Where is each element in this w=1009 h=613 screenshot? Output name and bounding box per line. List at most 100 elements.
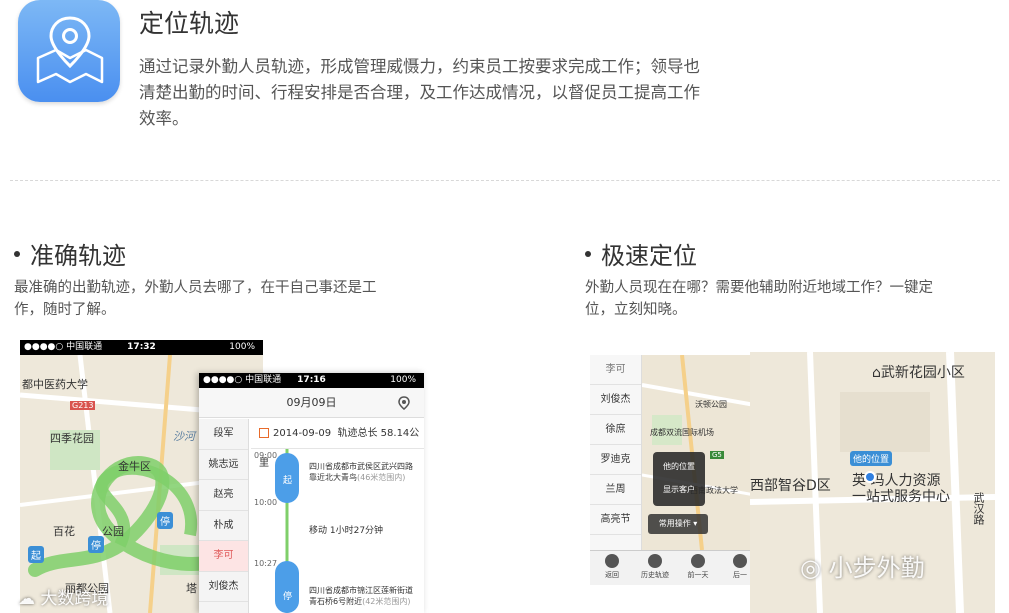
- road-label: 武汉路: [972, 492, 985, 525]
- chevron-right-icon: [733, 554, 747, 568]
- cloud-icon: ☁: [18, 589, 41, 609]
- poi-label: 西部智谷D区: [750, 478, 831, 494]
- hero-desc-line: 通过记录外勤人员轨迹，形成管理威慑力，约束员工按要求完成工作；领导也: [139, 57, 700, 76]
- map-pin-icon: [36, 16, 104, 84]
- person-item[interactable]: 刘俊杰: [199, 572, 248, 602]
- person-item[interactable]: 赵亮: [199, 480, 248, 511]
- feature-desc-line: 外勤人员现在在哪？需要他辅助附近地域工作？一键定: [585, 280, 933, 296]
- battery-label: 100%: [390, 375, 416, 385]
- history-track-button[interactable]: 历史轨迹: [635, 554, 675, 580]
- map-label: 沙河: [173, 430, 195, 443]
- feature-title-text: 极速定位: [601, 242, 697, 270]
- poi-name: 武新花园小区: [880, 365, 965, 381]
- feature-title-accurate-track: 准确轨迹: [14, 236, 126, 271]
- track-detail-screenshot: ●●●●○ 中国联通 17:16 100% 09月09日 段军 姚志远 赵亮 朴…: [199, 373, 424, 613]
- start-marker: 起: [283, 476, 293, 486]
- timeline-time: 10:00: [254, 498, 278, 507]
- stop-marker[interactable]: 停: [157, 512, 173, 529]
- feature-desc-line: 作，随时了解。: [14, 302, 116, 318]
- address-line: 四川省成都市武侯区武兴四路: [309, 462, 413, 471]
- chevron-left-icon: [691, 554, 705, 568]
- person-item-active[interactable]: 李可: [199, 541, 248, 572]
- person-item[interactable]: 罗迪克: [590, 445, 641, 475]
- location-pin-label[interactable]: 他的位置: [850, 451, 893, 466]
- address-entry[interactable]: 四川省成都市锦江区莲新街道 青石桥6号附近(42米范围内): [309, 585, 413, 607]
- hero-desc-line: 清楚出勤的时间、行程安排是否合理，及工作达成情况，以督促员工提高工作: [139, 83, 700, 102]
- header-date: 09月09日: [286, 396, 337, 409]
- location-app-icon: [18, 0, 120, 102]
- address-range: (42米范围内): [362, 597, 411, 606]
- watermark-left: ☁ 大数跨境: [18, 584, 108, 609]
- map-label: 塔: [186, 582, 197, 595]
- map-label: 成都双流国际机场: [650, 428, 714, 437]
- map-label: 公园: [102, 525, 124, 538]
- bullet-dot: [585, 251, 591, 257]
- stop-marker: 停: [283, 592, 293, 602]
- calendar-icon: [259, 428, 269, 438]
- map-label: 沃顿公园: [695, 400, 727, 409]
- person-item[interactable]: 段军: [199, 419, 248, 450]
- toolbar-label: 历史轨迹: [641, 571, 669, 579]
- feature-desc-line: 位，立刻知晓。: [585, 302, 687, 318]
- date-header: 09月09日: [199, 388, 424, 418]
- clock-icon: [648, 554, 662, 568]
- feature-desc-accurate-track: 最准确的出勤轨迹，外勤人员去哪了，在干自己事还是工 作，随时了解。: [14, 277, 377, 321]
- map-label: 百花: [53, 525, 75, 538]
- hero-section: 定位轨迹 通过记录外勤人员轨迹，形成管理威慑力，约束员工按要求完成工作；领导也 …: [0, 0, 1009, 180]
- toolbar-label: 前一天: [687, 571, 709, 579]
- address-line: 靠近北大青鸟: [309, 473, 357, 482]
- person-item[interactable]: 徐庶: [590, 415, 641, 445]
- map-label-road: G5: [710, 451, 724, 459]
- action-popup: 他的位置 显示客户: [653, 452, 705, 506]
- popup-item-show-customers[interactable]: 显示客户: [653, 484, 705, 495]
- summary-date: 2014-09-09: [273, 428, 332, 439]
- timeline-time: 10:27: [254, 559, 278, 568]
- watermark-text: 小步外勤: [828, 554, 925, 582]
- location-dot-icon[interactable]: [864, 471, 876, 483]
- person-item[interactable]: 姚志远: [199, 450, 248, 480]
- battery-label: 100%: [229, 342, 255, 352]
- people-list: 段军 姚志远 赵亮 朴成 李可 刘俊杰: [199, 419, 249, 613]
- person-item[interactable]: 李可: [590, 355, 641, 385]
- stop-marker[interactable]: 停: [88, 536, 104, 553]
- bullet-dot: [14, 251, 20, 257]
- wechat-icon: ◎: [800, 554, 829, 582]
- address-line: 青石桥6号附近: [309, 597, 363, 606]
- track-summary: 2014-09-09 轨迹总长 58.14公里: [251, 419, 424, 469]
- hero-desc-line: 效率。: [139, 109, 189, 128]
- map-label: 都中医药大学: [22, 378, 88, 391]
- address-range: (46米范围内): [357, 473, 406, 482]
- common-actions-button[interactable]: 常用操作 ▾: [648, 514, 708, 534]
- feature-title-text: 准确轨迹: [30, 242, 126, 270]
- person-item[interactable]: 兰周: [590, 475, 641, 505]
- location-pin-icon[interactable]: [398, 396, 410, 410]
- popup-item-his-location[interactable]: 他的位置: [653, 461, 705, 472]
- status-bar: ●●●●○ 中国联通 17:16 100%: [199, 373, 424, 388]
- feature-desc-fast-locate: 外勤人员现在在哪？需要他辅助附近地域工作？一键定 位，立刻知晓。: [585, 277, 933, 321]
- bottom-toolbar: 返回 历史轨迹 前一天 后一: [590, 550, 755, 585]
- status-bar: ●●●●○ 中国联通 17:32 100%: [20, 340, 263, 355]
- person-item[interactable]: 朴成: [199, 511, 248, 541]
- map-label: 金牛区: [118, 460, 151, 473]
- toolbar-label: 返回: [605, 571, 619, 579]
- timeline-time: 09:00: [254, 451, 278, 460]
- start-marker[interactable]: 起: [28, 546, 44, 563]
- watermark-right: ◎ 小步外勤: [800, 548, 925, 583]
- map-label-road: G213: [70, 401, 96, 410]
- status-time: 17:32: [127, 342, 156, 352]
- locate-screenshot: 李可 刘俊杰 徐庶 罗迪克 兰周 高亮节 沃顿公园 成都双流国际机场 西南政法大…: [590, 355, 755, 585]
- poi-label: 一站式服务中心: [852, 489, 950, 505]
- prev-day-button[interactable]: 前一天: [678, 554, 718, 580]
- move-duration: 移动 1小时27分钟: [309, 526, 384, 536]
- map-label: 四季花园: [50, 432, 94, 445]
- person-item[interactable]: 高亮节: [590, 505, 641, 535]
- address-entry[interactable]: 四川省成都市武侯区武兴四路 靠近北大青鸟(46米范围内): [309, 461, 413, 483]
- feature-title-fast-locate: 极速定位: [585, 236, 697, 271]
- back-button[interactable]: 返回: [592, 554, 632, 580]
- poi-label: ⌂武新花园小区: [872, 365, 965, 381]
- hero-description: 通过记录外勤人员轨迹，形成管理威慑力，约束员工按要求完成工作；领导也 清楚出勤的…: [139, 54, 759, 132]
- section-divider: [10, 180, 1000, 181]
- feature-desc-line: 最准确的出勤轨迹，外勤人员去哪了，在干自己事还是工: [14, 280, 377, 296]
- person-item[interactable]: 刘俊杰: [590, 385, 641, 415]
- hero-title: 定位轨迹: [139, 9, 240, 38]
